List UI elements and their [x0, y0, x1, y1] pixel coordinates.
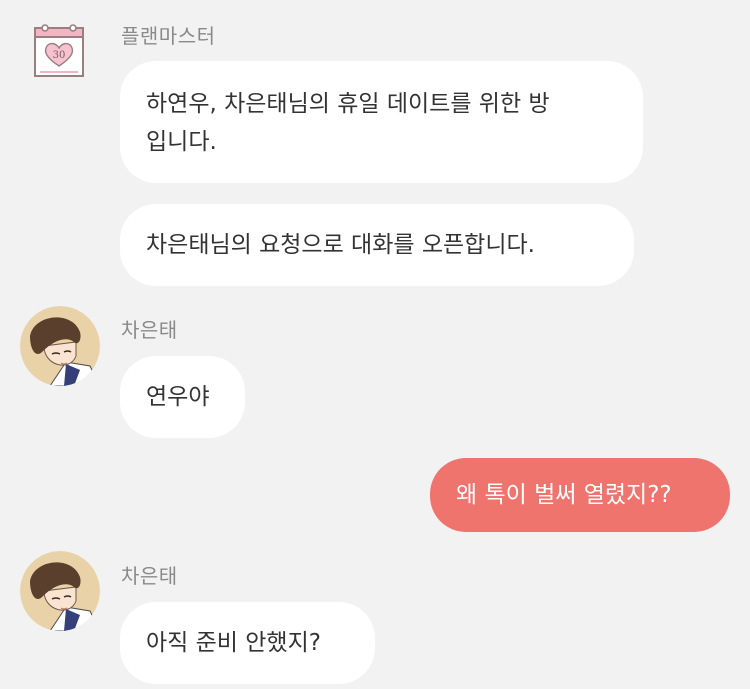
avatar[interactable]: [20, 306, 100, 386]
message-text: 연우야: [146, 384, 210, 410]
message-bubble-character-1[interactable]: 연우야: [120, 356, 245, 438]
sender-name-character: 차은태: [121, 318, 178, 342]
message-text: 왜 톡이 벌써 열렸지??: [456, 482, 672, 508]
message-bubble-planner-1[interactable]: 하연우, 차은태님의 휴일 데이트를 위한 방 입니다.: [120, 61, 643, 183]
message-bubble-character-2[interactable]: 아직 준비 안했지?: [120, 602, 375, 684]
message-text: 아직 준비 안했지?: [146, 630, 321, 656]
message-text: 차은태님의 요청으로 대화를 오픈합니다.: [146, 232, 535, 258]
message-bubble-planner-2[interactable]: 차은태님의 요청으로 대화를 오픈합니다.: [120, 204, 634, 286]
message-text-line-2: 입니다.: [146, 129, 217, 155]
message-text-line-1: 하연우, 차은태님의 휴일 데이트를 위한 방: [146, 91, 550, 117]
calendar-icon-number: 30: [53, 50, 66, 61]
message-bubble-mine[interactable]: 왜 톡이 벌써 열렸지??: [430, 458, 730, 532]
chat-room: 30 플랜마스터 하연우, 차은태님의 휴일 데이트를 위한 방 입니다. 차은…: [0, 0, 750, 689]
calendar-heart-icon[interactable]: 30: [33, 22, 85, 78]
avatar[interactable]: [20, 551, 100, 631]
sender-name-character: 차은태: [121, 564, 178, 588]
sender-name-planner: 플랜마스터: [121, 24, 216, 48]
